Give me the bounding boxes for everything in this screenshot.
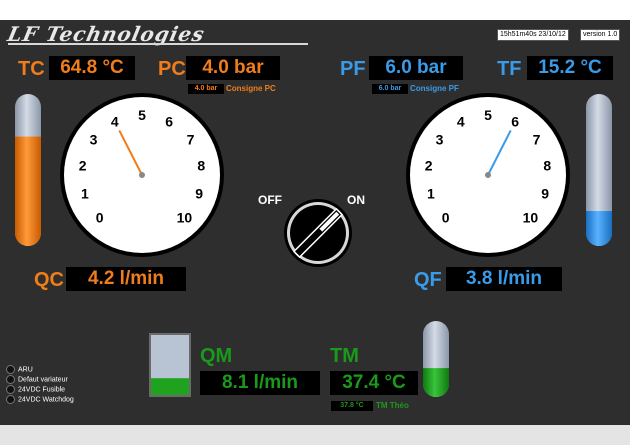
status-led-icon bbox=[6, 395, 15, 405]
gauge-tick-label: 0 bbox=[442, 209, 450, 225]
tc-label: TC bbox=[18, 58, 45, 80]
gauge-tick-label: 8 bbox=[543, 158, 551, 174]
timestamp-display: 15h51m40s 23/10/12 bbox=[497, 29, 569, 41]
gauge-tick-label: 0 bbox=[96, 209, 104, 225]
tm-label: TM bbox=[330, 345, 359, 367]
tc-tank bbox=[15, 94, 41, 246]
pc-setpoint-label: Consigne PC bbox=[226, 84, 276, 93]
gauge-tick-label: 6 bbox=[511, 114, 519, 130]
gauge-tick-label: 5 bbox=[138, 107, 146, 123]
gauge-tick-label: 5 bbox=[484, 107, 492, 123]
pf-pressure-gauge: 01 234 5 678 910 bbox=[406, 93, 570, 257]
gauge-tick-label: 2 bbox=[425, 158, 433, 174]
gauge-tick-label: 10 bbox=[523, 209, 539, 225]
window-top-strip bbox=[0, 0, 630, 20]
gauge-tick-label: 3 bbox=[90, 132, 98, 148]
tf-label: TF bbox=[497, 58, 522, 80]
tm-value: 37.4 °C bbox=[330, 371, 418, 395]
gauge-tick-label: 4 bbox=[111, 114, 119, 130]
gauge-tick-label: 9 bbox=[195, 186, 203, 202]
gauge-tick-label: 1 bbox=[427, 186, 435, 202]
on-off-switch[interactable] bbox=[282, 197, 354, 269]
gauge-tick-label: 2 bbox=[79, 158, 87, 174]
pc-pressure-gauge: 01 234 5 678 910 bbox=[60, 93, 224, 257]
status-24vdc-watchdog: 24VDC Watchdog bbox=[6, 391, 74, 409]
qc-value: 4.2 l/min bbox=[66, 267, 186, 291]
pf-label: PF bbox=[340, 58, 366, 80]
qm-label: QM bbox=[200, 345, 233, 367]
tm-theo-label: TM Théo bbox=[376, 401, 409, 410]
tf-value: 15.2 °C bbox=[527, 56, 613, 80]
tf-tank bbox=[586, 94, 612, 246]
qm-value: 8.1 l/min bbox=[200, 371, 320, 395]
version-display: version 1.0 bbox=[580, 29, 621, 41]
qf-label: QF bbox=[414, 269, 442, 291]
gauge-tick-label: 10 bbox=[177, 209, 193, 225]
pc-value: 4.0 bar bbox=[186, 56, 280, 80]
gauge-tick-label: 8 bbox=[197, 158, 205, 174]
gauge-tick-label: 7 bbox=[533, 132, 541, 148]
qf-value: 3.8 l/min bbox=[446, 267, 562, 291]
gauge-tick-label: 4 bbox=[457, 114, 465, 130]
gauge-tick-label: 6 bbox=[165, 114, 173, 130]
tm-theo-value: 37.8 °C bbox=[331, 401, 373, 411]
logo-underline bbox=[8, 43, 308, 45]
qc-label: QC bbox=[34, 269, 64, 291]
window-bottom-strip bbox=[0, 425, 630, 445]
pf-value: 6.0 bar bbox=[369, 56, 463, 80]
qm-tank bbox=[149, 333, 191, 397]
tc-value: 64.8 °C bbox=[49, 56, 135, 80]
switch-off-label: OFF bbox=[258, 193, 282, 207]
gauge-tick-label: 7 bbox=[187, 132, 195, 148]
status-label: 24VDC Watchdog bbox=[18, 396, 74, 404]
pc-label: PC bbox=[158, 58, 186, 80]
gauge-tick-label: 3 bbox=[436, 132, 444, 148]
gauge-tick-label: 9 bbox=[541, 186, 549, 202]
gauge-tick-label: 1 bbox=[81, 186, 89, 202]
tm-tank bbox=[423, 321, 449, 397]
